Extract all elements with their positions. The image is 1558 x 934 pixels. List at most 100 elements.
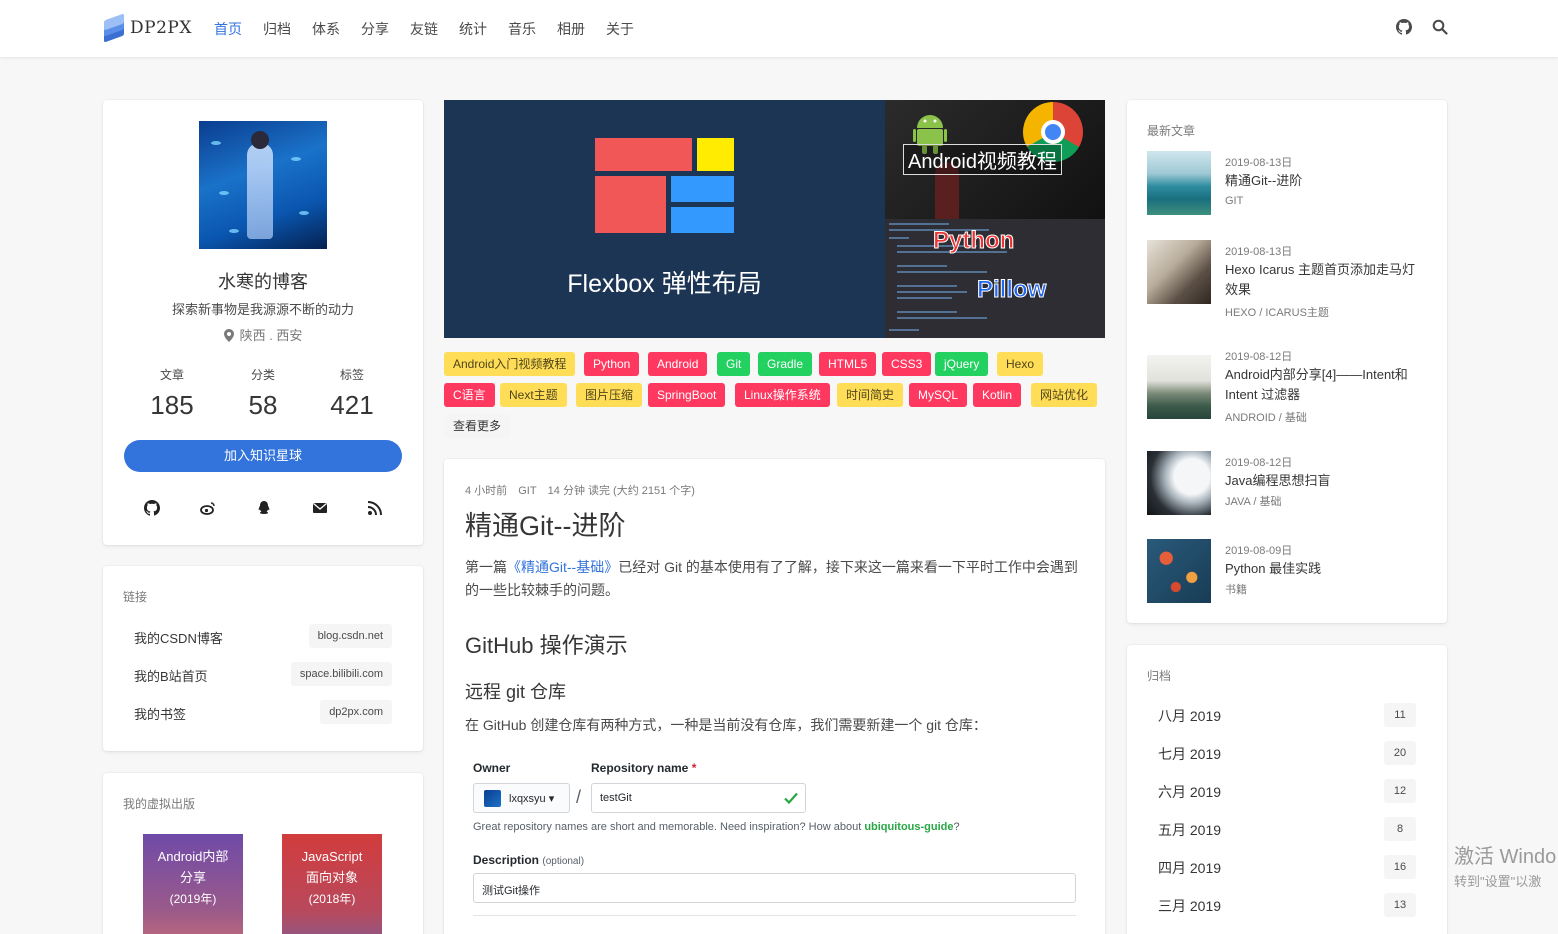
nav-item-album[interactable]: 相册: [557, 19, 585, 39]
tag-chip[interactable]: SpringBoot: [648, 383, 726, 407]
carousel-banner[interactable]: Flexbox 弹性布局 Android视频教程 Python Pillow: [444, 100, 1105, 338]
tag-chip[interactable]: Python: [584, 352, 640, 376]
stat-tags[interactable]: 标签 421: [302, 366, 402, 421]
windows-activation-watermark: 激活 Windo 转到"设置"以激: [1454, 840, 1556, 890]
article-category[interactable]: GIT: [518, 485, 536, 497]
post-title[interactable]: Hexo Icarus 主题首页添加走马灯效果: [1225, 260, 1421, 300]
nav-item-share[interactable]: 分享: [361, 19, 389, 39]
archive-count: 20: [1384, 741, 1416, 765]
post-category: 书籍: [1225, 584, 1247, 596]
archive-row[interactable]: 八月 2019 11: [1158, 703, 1416, 727]
tag-chip[interactable]: 时间简史: [837, 383, 904, 407]
nav-item-home[interactable]: 首页: [214, 19, 242, 39]
post-title[interactable]: Python 最佳实践: [1225, 559, 1421, 579]
github-icon[interactable]: [1396, 19, 1412, 35]
archive-count: 11: [1384, 703, 1416, 727]
banner-android-video[interactable]: Android视频教程: [885, 100, 1105, 219]
recent-post-item[interactable]: 2019-08-09日 Python 最佳实践 书籍: [1147, 539, 1427, 603]
link-row-bookmarks[interactable]: 我的书签 dp2px.com: [134, 700, 392, 724]
tag-chip[interactable]: jQuery: [935, 352, 989, 376]
stat-categories[interactable]: 分类 58: [213, 366, 313, 421]
description-label: Description (optional): [473, 853, 585, 867]
post-category: JAVA / 基础: [1225, 496, 1282, 508]
archive-month: 三月 2019: [1158, 898, 1222, 914]
github-icon[interactable]: [144, 500, 160, 516]
stat-value: 421: [330, 390, 374, 420]
email-icon[interactable]: [312, 500, 328, 516]
link-url: space.bilibili.com: [290, 662, 392, 686]
archive-row[interactable]: 六月 2019 12: [1158, 779, 1416, 803]
book-title-line2: 分享: [179, 870, 206, 885]
tag-chip[interactable]: Hexo: [997, 352, 1044, 376]
archive-row[interactable]: 四月 2019 16: [1158, 855, 1416, 879]
post-title[interactable]: 精通Git--进阶: [1225, 171, 1421, 191]
link-row-csdn[interactable]: 我的CSDN博客 blog.csdn.net: [134, 624, 392, 648]
profile-motto: 探索新事物是我源源不断的动力: [171, 302, 354, 317]
post-thumbnail: [1147, 539, 1211, 603]
link-row-bilibili[interactable]: 我的B站首页 space.bilibili.com: [134, 662, 392, 686]
article-intro-link[interactable]: 《精通Git--基础》: [507, 559, 618, 575]
article-heading-h2: GitHub 操作演示: [465, 633, 628, 658]
nav-right: [1396, 19, 1448, 35]
banner-flexbox[interactable]: Flexbox 弹性布局: [444, 100, 885, 338]
post-thumbnail: [1147, 451, 1211, 515]
recent-post-item[interactable]: 2019-08-12日 Android内部分享[4]——Intent和 Inte…: [1147, 345, 1427, 429]
nav-item-stats[interactable]: 统计: [459, 19, 487, 39]
tag-chip[interactable]: MySQL: [909, 383, 968, 407]
repo-name-label: Repository name *: [591, 761, 697, 775]
post-title[interactable]: Android内部分享[4]——Intent和 Intent 过滤器: [1225, 365, 1421, 405]
article-read-time: 14 分钟 读完 (大约 2151 个字): [547, 485, 695, 497]
nav-item-archive[interactable]: 归档: [263, 19, 291, 39]
archive-count: 8: [1384, 817, 1416, 841]
repo-name-value: testGit: [600, 792, 632, 804]
post-title[interactable]: Java编程思想扫盲: [1225, 471, 1421, 491]
search-icon[interactable]: [1432, 19, 1448, 35]
site-logo[interactable]: DP2PX: [102, 13, 192, 43]
tag-chip[interactable]: Android入门视频教程: [444, 352, 576, 376]
archive-count: 16: [1384, 855, 1416, 879]
tag-chip[interactable]: 网站优化: [1031, 383, 1098, 407]
links-title: 链接: [123, 590, 148, 604]
archive-count: 12: [1384, 779, 1416, 803]
tag-chip[interactable]: Linux操作系统: [735, 383, 830, 407]
article-paragraph: 在 GitHub 创建仓库有两种方式，一种是当前没有仓库，我们需要新建一个 gi…: [465, 717, 987, 733]
archive-row[interactable]: 三月 2019 13: [1158, 893, 1416, 917]
tag-chip[interactable]: Android: [648, 352, 708, 376]
link-name: 我的B站首页: [134, 669, 208, 684]
rss-icon[interactable]: [367, 500, 383, 516]
tag-chip[interactable]: HTML5: [819, 352, 877, 376]
archive-month: 四月 2019: [1158, 860, 1222, 876]
join-planet-button[interactable]: 加入知识星球: [124, 440, 402, 472]
recent-post-item[interactable]: 2019-08-13日 精通Git--进阶 GIT: [1147, 151, 1427, 215]
tag-chip[interactable]: 图片压缩: [576, 383, 643, 407]
post-thumbnail: [1147, 151, 1211, 215]
recent-post-item[interactable]: 2019-08-13日 Hexo Icarus 主题首页添加走马灯效果 HEXO…: [1147, 240, 1427, 324]
recent-post-item[interactable]: 2019-08-12日 Java编程思想扫盲 JAVA / 基础: [1147, 451, 1427, 515]
tag-chip[interactable]: Gradle: [758, 352, 813, 376]
tag-chip[interactable]: Git: [717, 352, 751, 376]
owner-label: Owner: [473, 761, 511, 775]
tag-chip[interactable]: Next主题: [500, 383, 567, 407]
tag-chip[interactable]: CSS3: [882, 352, 932, 376]
post-date: 2019-08-09日: [1225, 545, 1293, 557]
article-title[interactable]: 精通Git--进阶: [465, 504, 625, 543]
stat-posts[interactable]: 文章 185: [122, 366, 222, 421]
nav-item-friends[interactable]: 友链: [410, 19, 438, 39]
description-input: 测试Git操作: [473, 873, 1076, 903]
banner-python-pillow[interactable]: Python Pillow: [885, 219, 1105, 338]
post-category: HEXO / ICARUS主题: [1225, 307, 1329, 319]
tag-chip[interactable]: Kotlin: [973, 383, 1022, 407]
qq-icon[interactable]: [256, 500, 272, 516]
weibo-icon[interactable]: [200, 500, 216, 516]
tags-more-button[interactable]: 查看更多: [444, 414, 511, 438]
article-meta: 4 小时前 GIT 14 分钟 读完 (大约 2151 个字): [465, 482, 703, 498]
nav-item-music[interactable]: 音乐: [508, 19, 536, 39]
nav-item-about[interactable]: 关于: [606, 19, 634, 39]
article-card: 4 小时前 GIT 14 分钟 读完 (大约 2151 个字) 精通Git--进…: [444, 459, 1105, 934]
nav-item-system[interactable]: 体系: [312, 19, 340, 39]
archive-row[interactable]: 五月 2019 8: [1158, 817, 1416, 841]
tag-chip[interactable]: C语言: [444, 383, 495, 407]
book-cover-javascript[interactable]: JavaScript 面向对象 (2018年): [282, 834, 382, 934]
book-cover-android[interactable]: Android内部 分享 (2019年): [143, 834, 243, 934]
archive-row[interactable]: 七月 2019 20: [1158, 741, 1416, 765]
